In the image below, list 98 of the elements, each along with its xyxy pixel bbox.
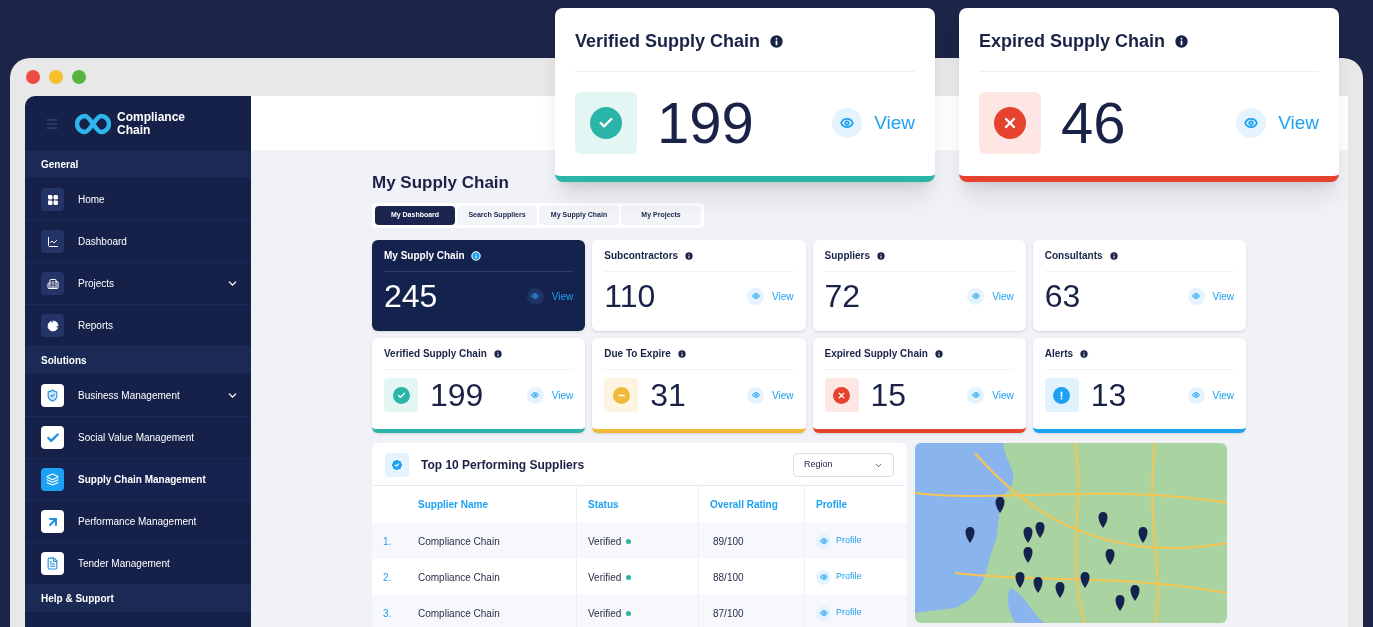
eye-icon	[1236, 108, 1267, 138]
info-icon	[684, 250, 695, 261]
close-window-icon[interactable]	[26, 70, 40, 84]
section-heading: Help & Support	[41, 592, 114, 606]
infinity-logo-icon	[75, 112, 111, 135]
nav-item[interactable]: Supply Chain Management	[25, 459, 251, 501]
info-icon	[1108, 250, 1119, 261]
maximize-window-icon[interactable]	[72, 70, 86, 84]
nav-icon	[41, 426, 64, 449]
eye-icon	[816, 605, 831, 621]
table-cell-text: 88/100	[713, 570, 744, 585]
nav-item[interactable]: Dashboard	[25, 221, 251, 263]
card-title: Consultants	[1044, 249, 1103, 263]
info-icon	[876, 250, 887, 261]
column-header: Profile	[816, 498, 848, 512]
rank-number: 2.	[383, 570, 393, 585]
nav-label: Business Management	[78, 389, 181, 403]
card-title: Expired Supply Chain	[824, 347, 928, 361]
badge-check-icon	[385, 453, 409, 477]
nav-icon	[41, 468, 64, 491]
eye-icon	[747, 287, 764, 305]
table-cell-text: 87/100	[713, 606, 744, 621]
nav-label: Dashboard	[78, 235, 128, 249]
eye-icon	[967, 287, 985, 305]
table-cell-text: Verified	[588, 606, 622, 621]
nav-label: Projects	[78, 277, 116, 291]
card-value: 63	[1044, 280, 1081, 312]
card-title: Expired Supply Chain	[979, 30, 1166, 53]
card-value: 31	[650, 379, 686, 411]
minimize-window-icon[interactable]	[49, 70, 63, 84]
view-link[interactable]: View	[526, 287, 574, 305]
card-value: 15	[870, 379, 907, 411]
info-icon	[676, 348, 687, 359]
nav-icon	[41, 384, 64, 407]
rank-number: 1.	[383, 534, 393, 549]
card-value: 46	[1061, 94, 1126, 152]
info-icon	[492, 348, 503, 359]
card-value: 199	[430, 379, 484, 411]
nav-icon	[41, 510, 64, 533]
nav-item[interactable]: Business Management	[25, 375, 251, 417]
info-icon	[470, 250, 481, 261]
nav-label: Social Value Management	[78, 431, 195, 445]
info-icon	[933, 348, 944, 359]
nav-label: Home	[78, 193, 106, 207]
table-cell-text: Verified	[588, 534, 622, 549]
eye-icon	[1187, 386, 1205, 404]
card-value: 199	[657, 94, 754, 152]
card-value: 13	[1090, 379, 1127, 411]
column-header: Status	[588, 498, 619, 512]
table-title: Top 10 Performing Suppliers	[421, 457, 585, 474]
nav-label: Supply Chain Management	[78, 473, 207, 487]
eye-icon	[816, 533, 831, 549]
card-title: Subcontractors	[604, 249, 679, 263]
eye-icon	[1187, 287, 1205, 305]
menu-icon[interactable]	[45, 116, 59, 131]
info-icon	[1079, 348, 1090, 359]
card-value: 72	[824, 280, 861, 312]
card-title: Verified Supply Chain	[384, 347, 487, 361]
eye-icon	[816, 569, 831, 585]
section-heading: General	[41, 158, 79, 172]
card-title: Suppliers	[824, 249, 871, 263]
table-cell-text: Compliance Chain	[418, 534, 500, 549]
nav-label: Performance Management	[78, 515, 198, 529]
card-value: 110	[604, 280, 656, 312]
nav-icon	[41, 272, 64, 295]
nav-item[interactable]: Home	[25, 179, 251, 221]
page-title: My Supply Chain	[372, 174, 510, 191]
nav-label: Reports	[78, 319, 114, 333]
nav-item[interactable]: Performance Management	[25, 501, 251, 543]
table-cell-text: Compliance Chain	[418, 570, 500, 585]
table-cell-text: Compliance Chain	[418, 606, 500, 621]
card-title: Due To Expire	[604, 347, 671, 361]
card-title: My Supply Chain	[384, 249, 465, 263]
column-header: Supplier Name	[418, 498, 489, 512]
table-cell-text: Verified	[588, 570, 622, 585]
eye-icon	[747, 386, 764, 404]
section-heading: Solutions	[41, 354, 87, 368]
region-dropdown[interactable]: Region	[793, 453, 894, 477]
nav-item[interactable]: Projects	[25, 263, 251, 305]
logo-text: Chain	[117, 123, 151, 137]
logo-text: Compliance	[117, 110, 185, 124]
card-title: Alerts	[1044, 347, 1074, 361]
eye-icon	[526, 386, 544, 404]
rank-number: 3.	[383, 606, 393, 621]
table-cell-text: 89/100	[713, 534, 744, 549]
card-value: 245	[384, 280, 438, 312]
eye-icon	[526, 287, 544, 305]
eye-icon	[832, 108, 863, 138]
nav-icon	[41, 314, 64, 337]
info-icon	[768, 33, 786, 50]
nav-icon	[41, 188, 64, 211]
nav-icon	[41, 552, 64, 575]
info-icon	[1173, 33, 1191, 50]
nav-icon	[41, 230, 64, 253]
nav-label: Tender Management	[78, 557, 171, 571]
card-title: Verified Supply Chain	[575, 30, 761, 53]
eye-icon	[967, 386, 985, 404]
column-header: Overall Rating	[710, 498, 778, 512]
